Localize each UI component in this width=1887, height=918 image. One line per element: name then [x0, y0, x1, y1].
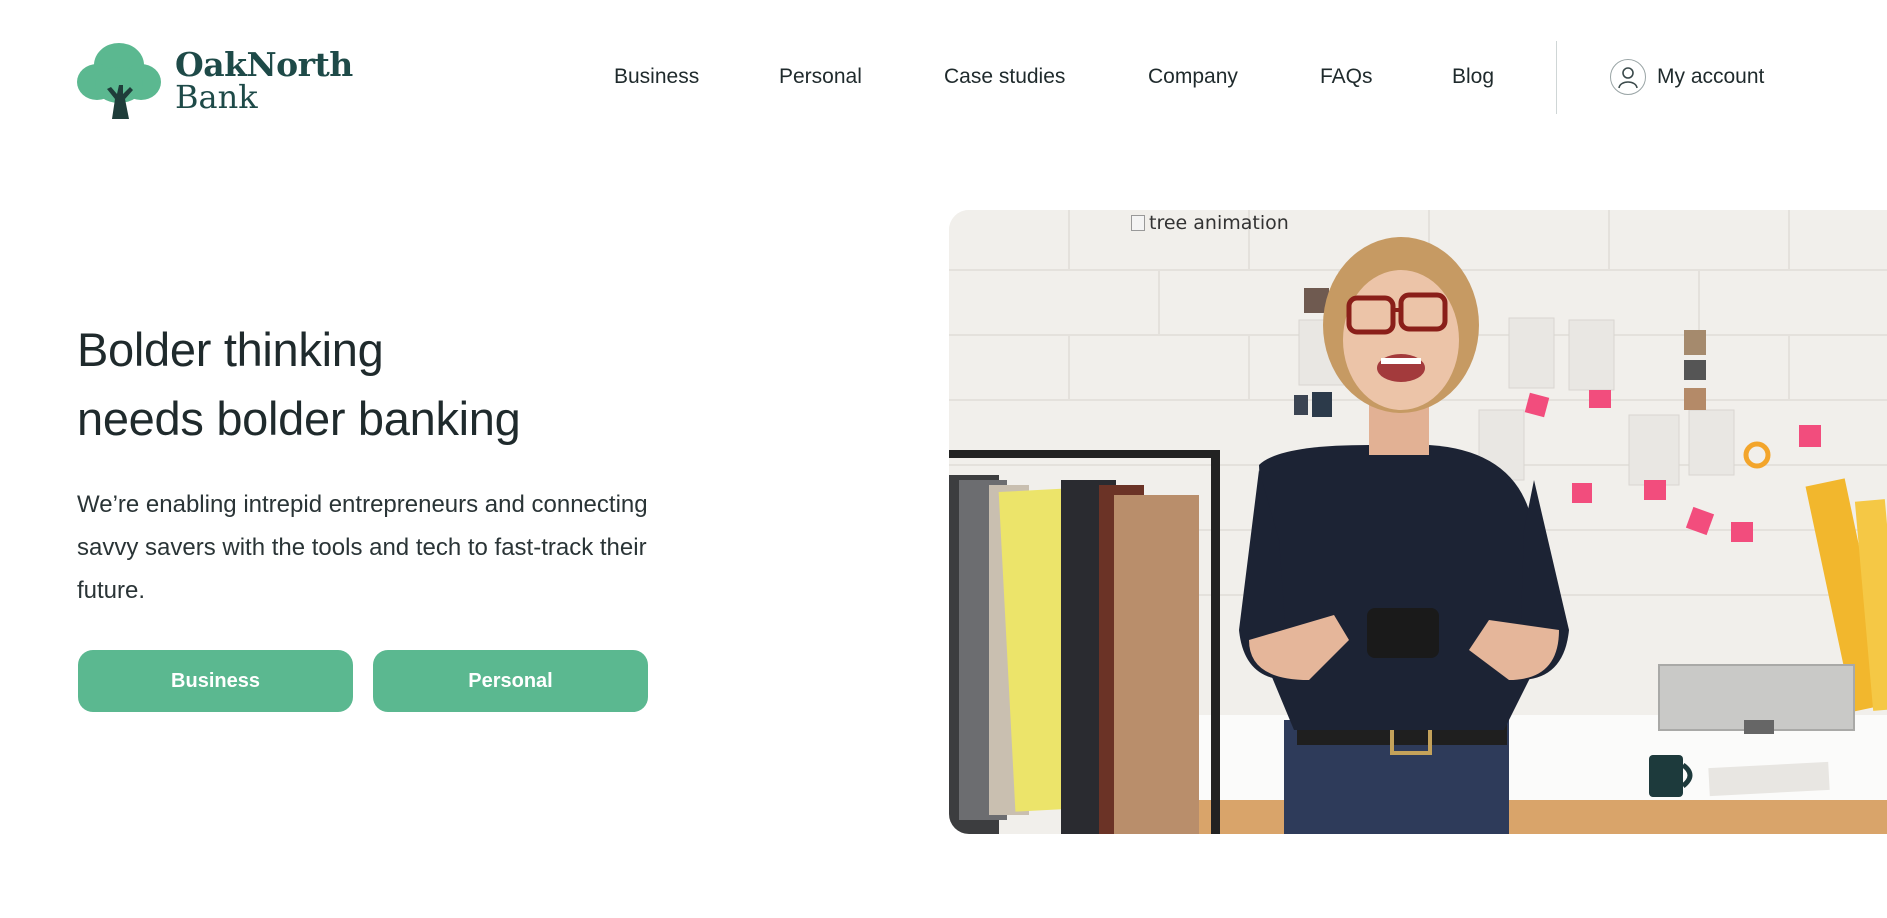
hero-description: We’re enabling intrepid entrepreneurs an…	[77, 491, 648, 604]
page: OakNorth Bank Business Personal Case stu…	[0, 0, 1887, 918]
my-account-label: My account	[1657, 65, 1765, 88]
hero-title-line-1: Bolder thinking	[77, 323, 384, 376]
my-account-link[interactable]: My account	[1610, 59, 1764, 95]
hero-title: Bolder thinking needs bolder banking	[77, 315, 521, 453]
main-nav: Business Personal Case studies Company F…	[0, 62, 1887, 92]
nav-item-business[interactable]: Business	[614, 62, 699, 92]
broken-image-icon	[1131, 215, 1145, 231]
hero-title-line-2: needs bolder banking	[77, 392, 521, 445]
personal-button[interactable]: Personal	[373, 650, 648, 712]
nav-item-faqs[interactable]: FAQs	[1320, 62, 1373, 92]
nav-item-case-studies[interactable]: Case studies	[944, 62, 1065, 92]
business-button[interactable]: Business	[78, 650, 353, 712]
hero-image: tree animation	[949, 210, 1887, 834]
broken-image-alt: tree animation	[1131, 212, 1289, 234]
image-alt-text: tree animation	[1149, 212, 1289, 234]
user-icon	[1610, 59, 1646, 95]
nav-divider	[1556, 41, 1557, 114]
nav-item-personal[interactable]: Personal	[779, 62, 862, 92]
nav-item-blog[interactable]: Blog	[1452, 62, 1494, 92]
hero-photo	[949, 210, 1887, 834]
nav-item-company[interactable]: Company	[1148, 62, 1238, 92]
